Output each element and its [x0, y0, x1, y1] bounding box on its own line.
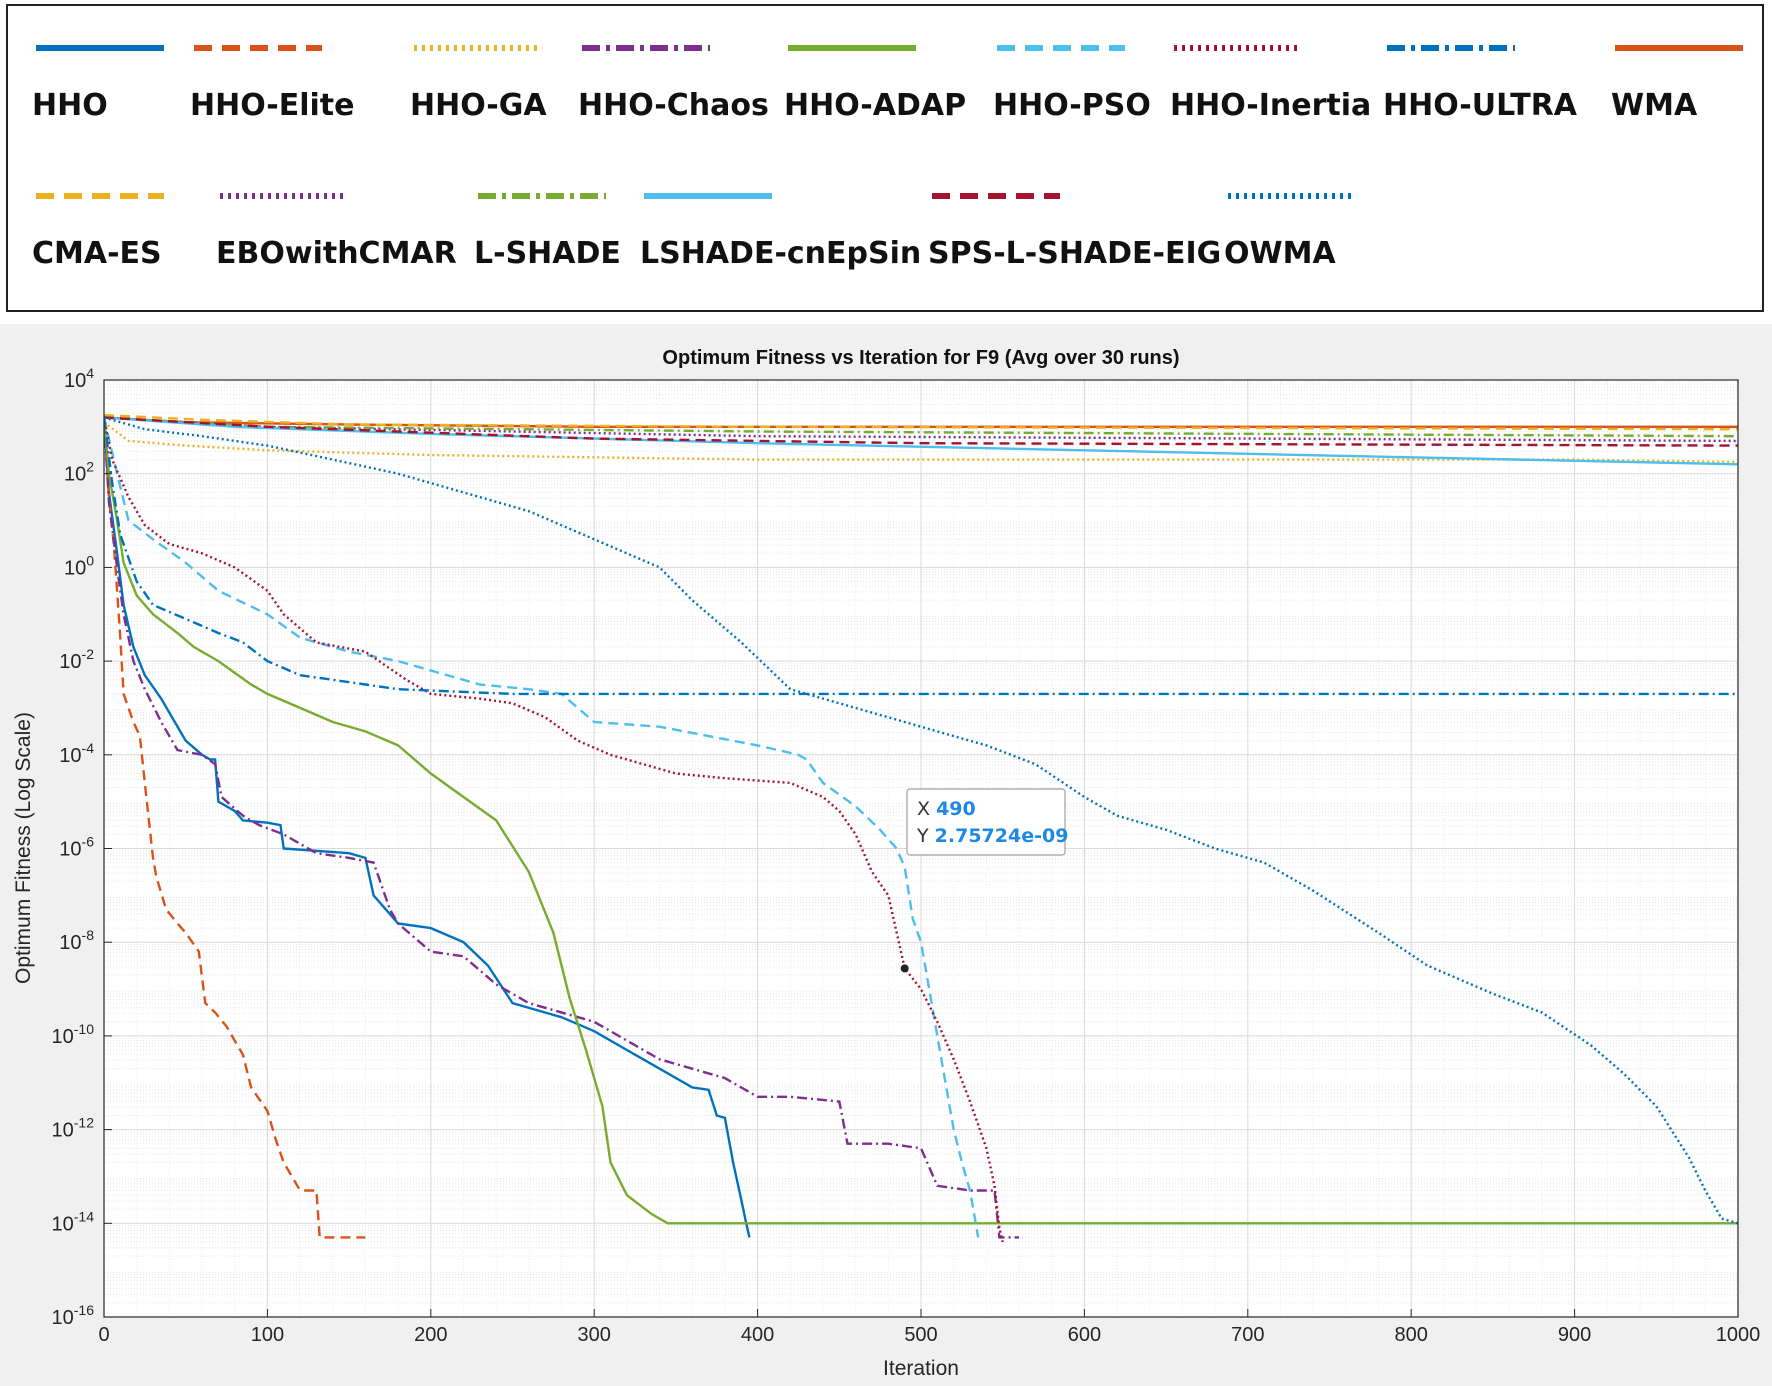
y-tick-label: 10-4 [59, 740, 94, 767]
legend-swatch [478, 193, 606, 199]
legend-label: HHO-Chaos [578, 88, 769, 123]
legend-swatch [788, 45, 916, 51]
y-tick-label: 10-16 [52, 1302, 95, 1329]
legend-label: WMA [1611, 88, 1698, 123]
y-tick-label: 10-14 [52, 1208, 95, 1235]
x-tick-label: 200 [414, 1324, 447, 1346]
legend-label: HHO-GA [410, 88, 547, 123]
legend-swatch [1615, 45, 1743, 51]
legend-label: HHO-Elite [190, 88, 355, 123]
x-tick-label: 400 [741, 1324, 774, 1346]
y-tick-label: 104 [64, 365, 94, 392]
legend-item-cma-es[interactable]: CMA-ES [32, 174, 232, 294]
legend-label: SPS-L-SHADE-EIG [928, 236, 1222, 271]
legend-item-sps-l-shade-eig[interactable]: SPS-L-SHADE-EIG [928, 174, 1221, 294]
legend-item-hho-elite[interactable]: HHO-Elite [190, 26, 390, 146]
legend-label: L-SHADE [474, 236, 621, 271]
legend-swatch [194, 45, 322, 51]
plot-area: 0 100 200 300 400 500 600 700 800 900 1000 104 102 1… [0, 324, 1772, 1386]
legend-label: HHO-PSO [993, 88, 1151, 123]
legend-swatch [36, 45, 164, 51]
legend-swatch [1174, 45, 1302, 51]
legend-label: OWMA [1224, 236, 1336, 271]
legend-swatch [220, 193, 348, 199]
legend-label: LSHADE-cnEpSin [640, 236, 922, 271]
x-tick-label: 100 [251, 1324, 284, 1346]
legend-swatch [1228, 193, 1356, 199]
legend-label: EBOwithCMAR [216, 236, 457, 271]
chart-title: Optimum Fitness vs Iteration for F9 (Avg… [662, 347, 1179, 369]
data-tip-y: Y 2.75724e-09 [916, 825, 1068, 847]
legend-swatch [36, 193, 164, 199]
legend-item-owma[interactable]: OWMA [1224, 174, 1424, 294]
legend-swatch [997, 45, 1125, 51]
data-tip-marker[interactable] [900, 964, 909, 973]
legend-label: HHO-ULTRA [1383, 88, 1578, 123]
legend-swatch [932, 193, 1060, 199]
legend-swatch [414, 45, 542, 51]
legend-swatch [644, 193, 772, 199]
x-tick-label: 600 [1068, 1324, 1101, 1346]
x-tick-label: 1000 [1716, 1324, 1761, 1346]
line-chart: 0 100 200 300 400 500 600 700 800 900 1000 1041021… [12, 347, 1761, 1380]
y-tick-label: 10-12 [52, 1115, 95, 1142]
legend-item-hho-inertia[interactable]: HHO-Inertia [1170, 26, 1372, 146]
y-tick-label: 10-8 [59, 927, 94, 954]
x-axis-title: Iteration [883, 1357, 959, 1380]
y-axis-title: Optimum Fitness (Log Scale) [12, 712, 35, 984]
legend-label: HHO-Inertia [1170, 88, 1372, 123]
legend-item-wma[interactable]: WMA [1611, 26, 1772, 146]
x-tick-label: 500 [904, 1324, 937, 1346]
legend: HHO HHO-Elite HHO-GA HHO-Chaos HHO-ADAP HHO-P… [6, 4, 1764, 312]
legend-label: HHO [32, 88, 108, 123]
legend-item-ebowithcmar[interactable]: EBOwithCMAR [216, 174, 457, 294]
y-tick-label: 10-10 [52, 1021, 95, 1048]
y-tick-label: 10-2 [59, 646, 94, 673]
legend-swatch [1387, 45, 1515, 51]
legend-item-lshade-cnepsin[interactable]: LSHADE-cnEpSin [640, 174, 921, 294]
y-tick-label: 102 [64, 459, 94, 486]
legend-item-hho-adap[interactable]: HHO-ADAP [784, 26, 984, 146]
legend-item-hho-chaos[interactable]: HHO-Chaos [578, 26, 778, 146]
x-tick-label: 900 [1558, 1324, 1591, 1346]
legend-item-hho-pso[interactable]: HHO-PSO [993, 26, 1193, 146]
data-tip-x: X 490 [917, 798, 976, 820]
y-tick-label: 100 [64, 552, 94, 579]
y-tick-labels: 104 102 100 10-2 10-4 10-6 10-8 10-10 10-12 10-14… [52, 365, 112, 1329]
legend-label: HHO-ADAP [784, 88, 967, 123]
x-tick-label: 800 [1395, 1324, 1428, 1346]
legend-item-hho-ultra[interactable]: HHO-ULTRA [1383, 26, 1583, 146]
x-tick-label: 700 [1231, 1324, 1264, 1346]
legend-label: CMA-ES [32, 236, 162, 271]
y-tick-label: 10-6 [59, 834, 94, 861]
legend-swatch [582, 45, 710, 51]
x-tick-label: 0 [98, 1324, 109, 1346]
x-tick-label: 300 [578, 1324, 611, 1346]
